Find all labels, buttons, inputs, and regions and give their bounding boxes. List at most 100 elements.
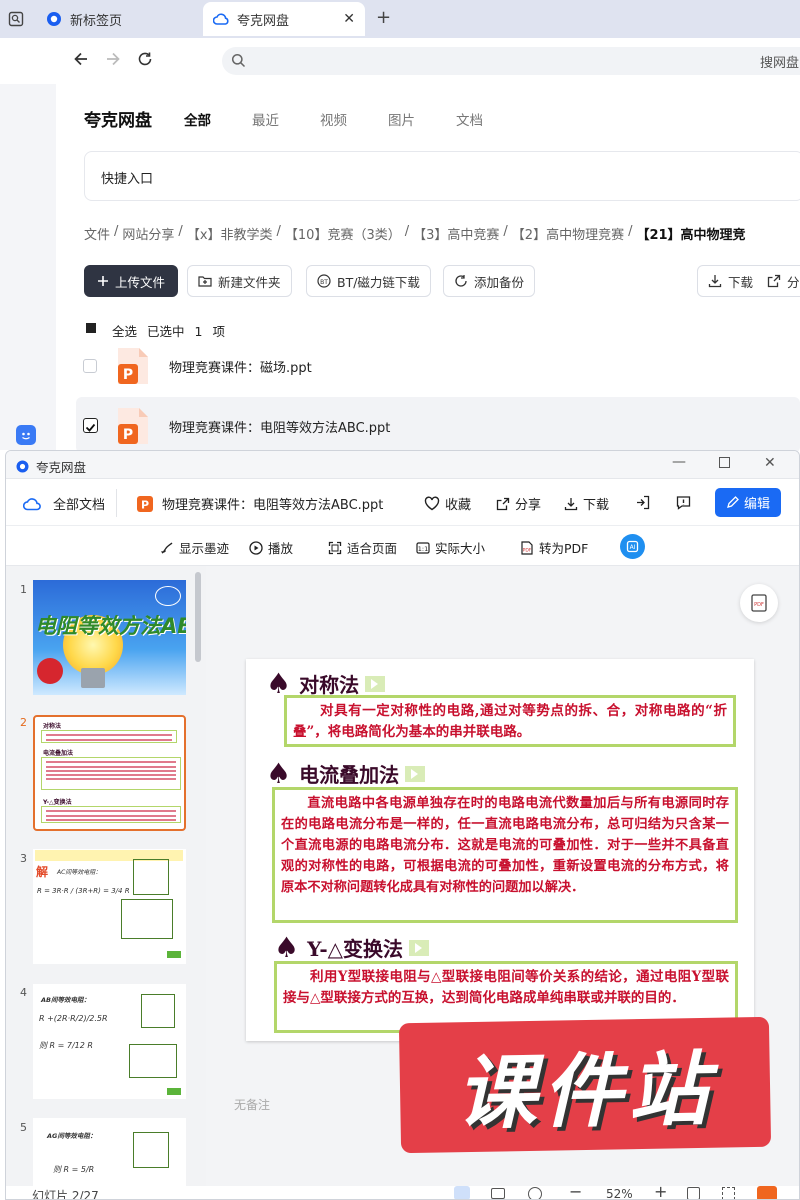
watermark-stamp: 课件站 xyxy=(398,1016,772,1154)
maximize-icon[interactable] xyxy=(719,457,730,468)
share-icon xyxy=(496,497,510,510)
file-name[interactable]: 物理竞赛课件：磁场.ppt xyxy=(169,357,312,376)
address-text: 搜网盘 xyxy=(760,56,800,71)
spade-icon: ♠ xyxy=(274,931,300,964)
reload-icon[interactable] xyxy=(136,50,154,72)
folder-plus-icon xyxy=(198,276,212,287)
zoom-out-icon[interactable]: − xyxy=(569,1182,582,1199)
svg-text:P: P xyxy=(123,367,133,383)
viewer-window-title: 夸克网盘 xyxy=(36,460,87,475)
slide-heading: ♠ 电流叠加法 xyxy=(266,757,426,790)
forward-icon[interactable] xyxy=(104,50,122,72)
thumbnail-number: 2 xyxy=(20,716,27,729)
minimize-icon[interactable]: — xyxy=(672,454,686,470)
doc-filename: 物理竞赛课件：电阻等效方法ABC.ppt xyxy=(162,498,384,513)
share-icon xyxy=(767,274,781,288)
breadcrumb-item[interactable]: 【x】非教学类 xyxy=(187,224,273,243)
thumbnail-slide-5[interactable]: AG间等效电阻： 则 R = 5/R xyxy=(33,1118,186,1186)
circuit-diagram xyxy=(121,899,173,939)
nav-images[interactable]: 图片 xyxy=(388,109,415,129)
new-folder-button[interactable]: 新建文件夹 xyxy=(187,265,292,297)
upload-button[interactable]: 上传文件 xyxy=(84,265,179,297)
tab-search-icon[interactable] xyxy=(8,11,24,31)
file-row-selected[interactable]: P 物理竞赛课件：电阻等效方法ABC.ppt xyxy=(76,397,800,453)
tab-new-tab[interactable]: 新标签页 xyxy=(40,2,200,36)
breadcrumb-item[interactable]: 网站分享 xyxy=(122,224,174,243)
download-button[interactable]: 下载 分 xyxy=(697,265,800,297)
edit-button[interactable]: 编辑 xyxy=(715,488,781,517)
select-all-checkbox[interactable] xyxy=(86,323,96,333)
svg-text:BT: BT xyxy=(320,279,328,286)
breadcrumb-item[interactable]: 文件 xyxy=(84,224,110,243)
download-button[interactable]: 下载 xyxy=(564,494,609,513)
download-icon xyxy=(708,275,722,288)
tab-label: 新标签页 xyxy=(70,13,123,29)
ppt-file-icon: P xyxy=(116,406,150,450)
new-folder-label: 新建文件夹 xyxy=(218,274,281,290)
view-notes-icon[interactable] xyxy=(491,1188,505,1199)
breadcrumb-item[interactable]: 【10】竞赛（3类） xyxy=(285,224,401,243)
all-docs-button[interactable]: 全部文档 xyxy=(23,494,105,513)
favorite-button[interactable]: 收藏 xyxy=(424,494,471,513)
thumbnail-slide-3[interactable]: 解 AC间等效电阻： R = 3R·R / (3R+R) = 3/4 R xyxy=(33,849,186,964)
quick-entry-panel[interactable]: 快捷入口 xyxy=(84,151,800,201)
zoom-level: 52% xyxy=(606,1187,633,1200)
file-name[interactable]: 物理竞赛课件：电阻等效方法ABC.ppt xyxy=(169,417,390,436)
thumbnail-number: 1 xyxy=(20,583,27,596)
pencil-icon xyxy=(727,496,739,508)
share-button[interactable]: 分享 xyxy=(496,494,541,513)
new-tab-icon[interactable]: + xyxy=(376,7,391,28)
decor-figure xyxy=(155,586,181,606)
assistant-icon[interactable] xyxy=(16,425,36,445)
feedback-icon[interactable] xyxy=(676,495,691,514)
nav-all[interactable]: 全部 xyxy=(184,109,211,129)
bt-label: BT/磁力链下载 xyxy=(337,274,420,290)
notes-placeholder[interactable]: 无备注 xyxy=(234,1096,270,1113)
bt-download-button[interactable]: BT BT/磁力链下载 xyxy=(306,265,431,297)
viewer-title-bar: 夸克网盘 — ✕ xyxy=(6,451,799,479)
thumbnail-scrollbar[interactable] xyxy=(195,572,201,662)
thumbnail-slide-1[interactable]: 电阻等效方法ABC xyxy=(33,580,186,695)
nav-docs[interactable]: 文档 xyxy=(456,109,483,129)
globe-icon[interactable] xyxy=(528,1187,542,1199)
ai-assistant-icon[interactable]: AI xyxy=(620,534,645,559)
show-ink-label: 显示墨迹 xyxy=(179,541,230,556)
open-external-icon[interactable] xyxy=(635,495,650,514)
add-backup-button[interactable]: 添加备份 xyxy=(443,265,536,297)
fullscreen-icon[interactable] xyxy=(722,1187,735,1199)
back-icon[interactable] xyxy=(72,50,90,72)
breadcrumb-item[interactable]: 【2】高中物理竞赛 xyxy=(512,224,624,243)
address-bar[interactable]: 搜网盘 xyxy=(222,47,800,75)
view-normal-icon[interactable] xyxy=(454,1186,470,1199)
convert-pdf-button[interactable]: PDF 转为PDF xyxy=(520,538,588,557)
all-docs-label: 全部文档 xyxy=(53,498,106,513)
thumbnail-slide-4[interactable]: AB间等效电阻： R +(2R·R/2)/2.5R 则 R = 7/12 R xyxy=(33,984,186,1099)
file-row[interactable]: P 物理竞赛课件：磁场.ppt xyxy=(76,337,800,393)
play-button[interactable]: 播放 xyxy=(249,538,293,557)
svg-text:1:1: 1:1 xyxy=(418,545,428,553)
download-icon xyxy=(564,497,578,510)
heart-icon xyxy=(424,496,440,511)
tab-quark-drive[interactable]: 夸克网盘 ✕ xyxy=(203,2,365,36)
thumb-formula: 则 R = 7/12 R xyxy=(39,1041,93,1050)
nav-video[interactable]: 视频 xyxy=(320,109,347,129)
show-ink-button[interactable]: 显示墨迹 xyxy=(160,538,229,557)
ink-icon xyxy=(161,542,173,554)
file-checkbox-checked[interactable] xyxy=(83,418,98,433)
tab-close-icon[interactable]: ✕ xyxy=(343,11,355,27)
close-icon[interactable]: ✕ xyxy=(764,455,776,471)
zoom-in-icon[interactable]: + xyxy=(654,1182,667,1199)
breadcrumb-item[interactable]: 【3】高中竞赛 xyxy=(413,224,499,243)
fit-window-icon[interactable] xyxy=(687,1187,700,1199)
thumbnail-number: 3 xyxy=(20,852,27,865)
play-marker-icon xyxy=(409,939,430,956)
share-label: 分 xyxy=(787,274,800,290)
nav-recent[interactable]: 最近 xyxy=(252,109,279,129)
slideshow-icon[interactable] xyxy=(757,1186,777,1199)
file-checkbox[interactable] xyxy=(83,359,97,373)
thumb-box xyxy=(41,806,181,823)
fit-page-button[interactable]: 适合页面 xyxy=(328,538,397,557)
actual-size-button[interactable]: 1:1 实际大小 xyxy=(416,538,485,557)
thumbnail-slide-2-selected[interactable]: 对称法 电流叠加法 Y-△变换法 xyxy=(33,715,186,831)
pdf-convert-float-icon[interactable]: PDF xyxy=(740,584,778,622)
